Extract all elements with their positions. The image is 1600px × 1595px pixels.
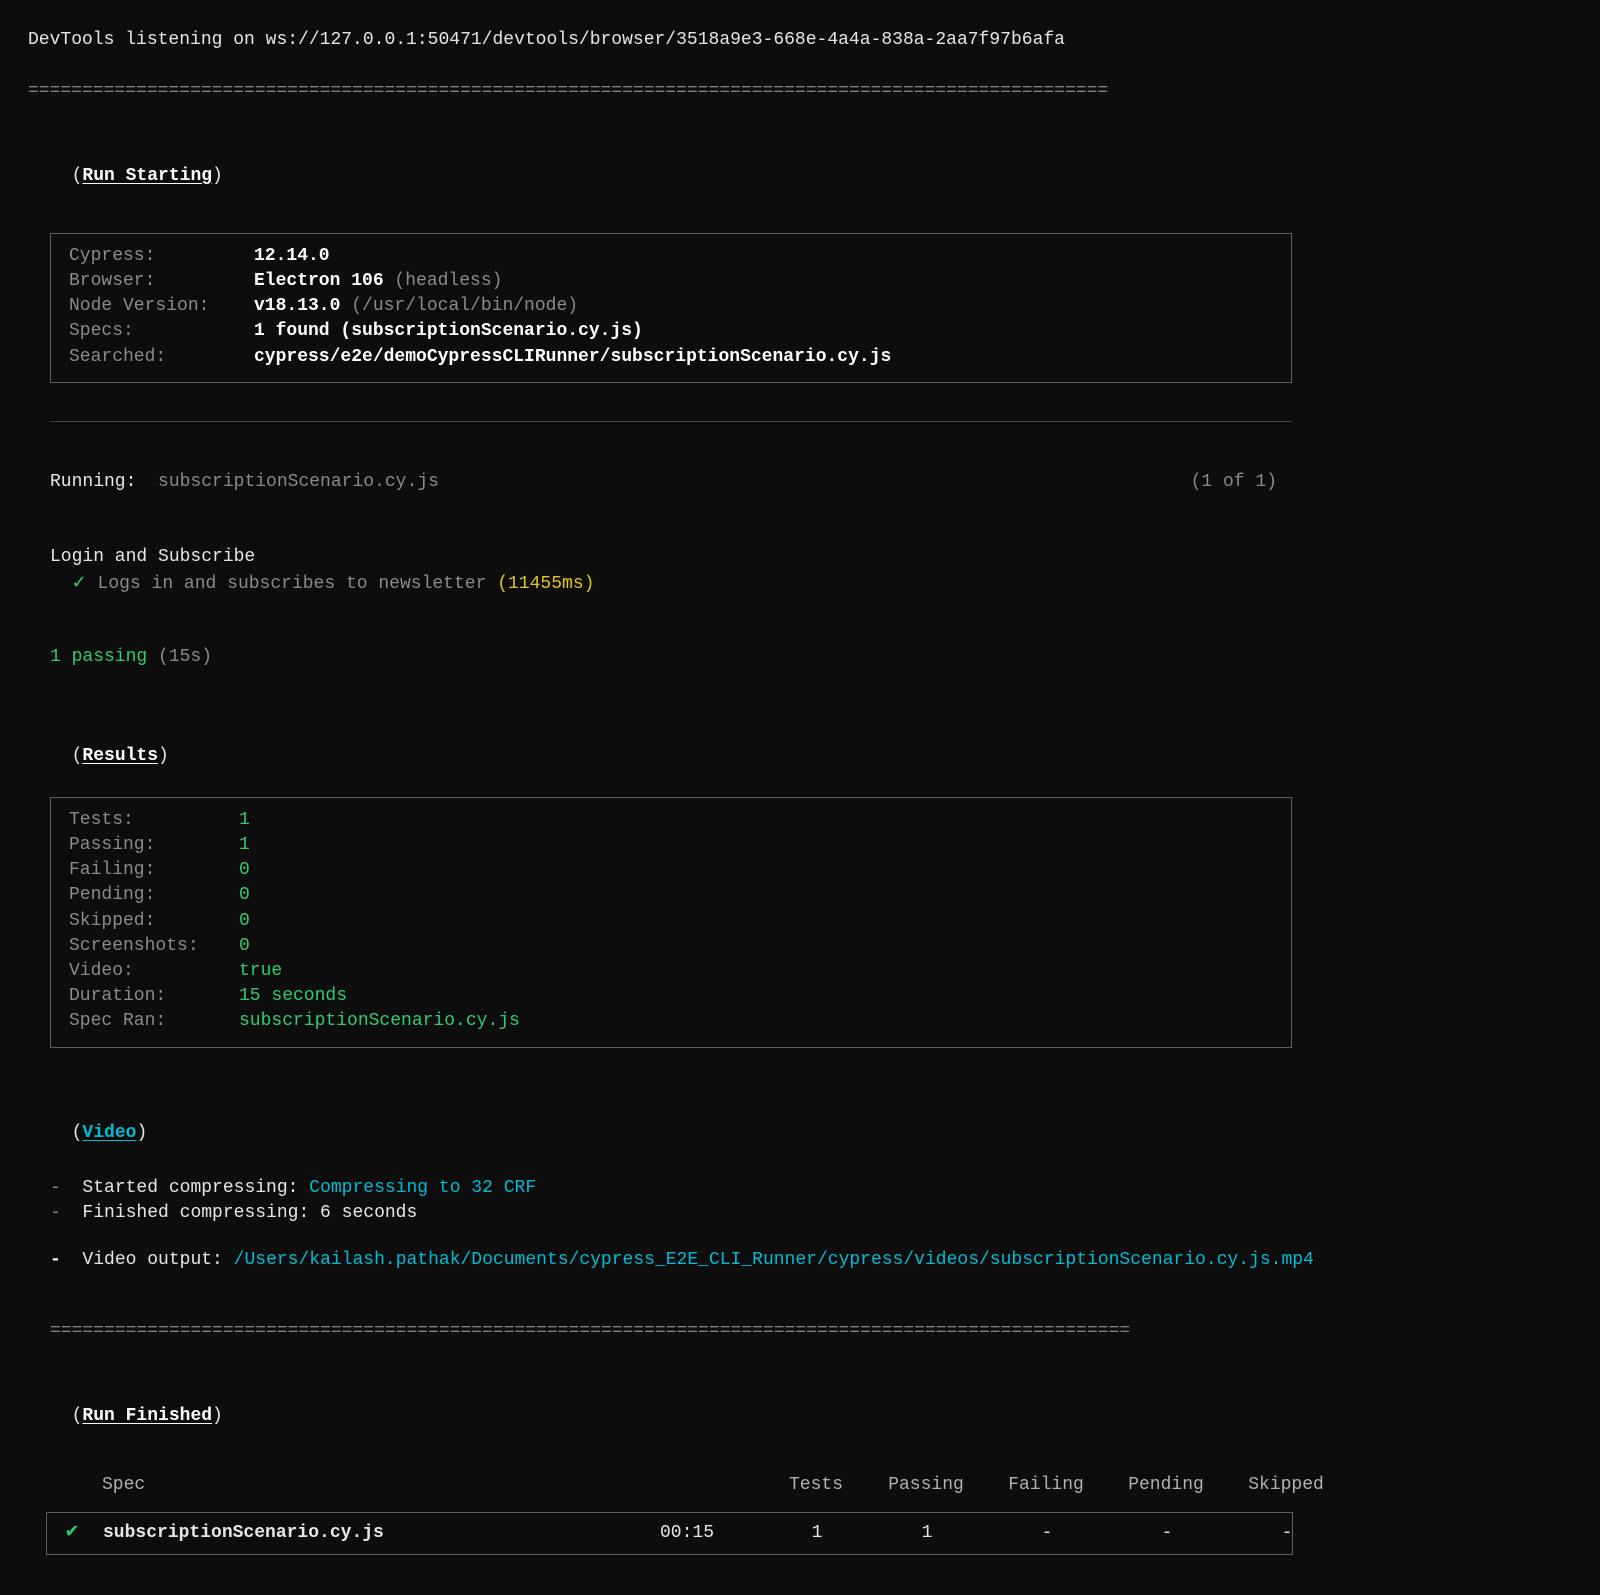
res-key: Passing: xyxy=(69,833,239,858)
run-starting-text: Run Starting xyxy=(82,166,212,186)
running-row: Running: subscriptionScenario.cy.js (1 o… xyxy=(28,470,1313,495)
paren-close: ) xyxy=(212,1406,223,1426)
run-finished-label: (Run Finished) xyxy=(50,1379,1572,1429)
paren-open: ( xyxy=(72,1406,83,1426)
res-val: 15 seconds xyxy=(239,984,347,1009)
env-row-specs: Specs: 1 found (subscriptionScenario.cy.… xyxy=(69,319,1273,344)
check-icon: ✓ xyxy=(72,574,87,594)
results-box: Tests:1 Passing:1 Failing:0 Pending:0 Sk… xyxy=(50,797,1292,1048)
paren-open: ( xyxy=(72,166,83,186)
res-val: 0 xyxy=(239,934,250,959)
summary-table-row: ✔ subscriptionScenario.cy.js 00:15 1 1 -… xyxy=(46,1512,1293,1555)
row-tests: 1 xyxy=(767,1513,867,1554)
devtools-listening-line: DevTools listening on ws://127.0.0.1:504… xyxy=(28,28,1572,53)
res-val: 1 xyxy=(239,808,250,833)
res-key: Tests: xyxy=(69,808,239,833)
run-starting-label: (Run Starting) xyxy=(50,138,1572,188)
running-file: subscriptionScenario.cy.js xyxy=(158,472,439,492)
th-passing: Passing xyxy=(866,1465,986,1506)
row-failing: - xyxy=(987,1513,1107,1554)
env-key: Cypress: xyxy=(69,244,254,269)
env-note: (/usr/local/bin/node) xyxy=(340,296,578,316)
check-icon: ✔ xyxy=(64,1523,79,1543)
env-value: cypress/e2e/demoCypressCLIRunner/subscri… xyxy=(254,347,891,367)
th-tests: Tests xyxy=(766,1465,866,1506)
test-name: Logs in and subscribes to newsletter xyxy=(98,574,487,594)
row-skipped: - xyxy=(1227,1513,1347,1554)
total-time: (15s) xyxy=(158,647,212,667)
env-row-browser: Browser: Electron 106 (headless) xyxy=(69,269,1273,294)
res-key: Skipped: xyxy=(69,909,239,934)
paren-open: ( xyxy=(72,746,83,766)
video-compress-end: - Finished compressing: 6 seconds xyxy=(50,1201,1572,1226)
th-failing: Failing xyxy=(986,1465,1106,1506)
video-label: (Video) xyxy=(50,1096,1572,1146)
paren-close: ) xyxy=(158,746,169,766)
res-val: 0 xyxy=(239,858,250,883)
paren-open: ( xyxy=(72,1123,83,1143)
test-line: ✓ Logs in and subscribes to newsletter (… xyxy=(50,572,1572,597)
res-key: Duration: xyxy=(69,984,239,1009)
res-val: subscriptionScenario.cy.js xyxy=(239,1009,520,1034)
compress-value: Compressing to 32 CRF xyxy=(309,1178,536,1198)
env-row-node: Node Version: v18.13.0 (/usr/local/bin/n… xyxy=(69,294,1273,319)
running-progress: (1 of 1) xyxy=(1191,470,1277,495)
row-passing: 1 xyxy=(867,1513,987,1554)
env-key: Node Version: xyxy=(69,294,254,319)
env-info-box: Cypress: 12.14.0 Browser: Electron 106 (… xyxy=(50,233,1292,383)
th-spec: Spec xyxy=(96,1465,606,1506)
dash-icon: - xyxy=(50,1203,61,1223)
env-key: Browser: xyxy=(69,269,254,294)
results-text: Results xyxy=(82,746,158,766)
compress-label: Started compressing: xyxy=(82,1178,298,1198)
video-output-path: /Users/kailash.pathak/Documents/cypress_… xyxy=(234,1250,1314,1270)
th-pending: Pending xyxy=(1106,1465,1226,1506)
res-key: Spec Ran: xyxy=(69,1009,239,1034)
th-skipped: Skipped xyxy=(1226,1465,1346,1506)
env-value: Electron 106 xyxy=(254,271,384,291)
res-key: Pending: xyxy=(69,883,239,908)
dash-icon: - xyxy=(50,1250,61,1270)
res-val: 1 xyxy=(239,833,250,858)
paren-close: ) xyxy=(212,166,223,186)
env-value: v18.13.0 xyxy=(254,296,340,316)
passing-count: 1 passing xyxy=(50,647,147,667)
env-key: Specs: xyxy=(69,319,254,344)
test-duration: (11455ms) xyxy=(497,574,594,594)
env-value: 12.14.0 xyxy=(254,246,330,266)
row-pending: - xyxy=(1107,1513,1227,1554)
row-spec: subscriptionScenario.cy.js xyxy=(97,1513,607,1554)
video-output-line: - Video output: /Users/kailash.pathak/Do… xyxy=(50,1248,1572,1273)
summary-line: 1 passing (15s) xyxy=(50,645,1572,670)
env-row-cypress: Cypress: 12.14.0 xyxy=(69,244,1273,269)
suite-block: Login and Subscribe ✓ Logs in and subscr… xyxy=(50,545,1572,597)
env-row-searched: Searched: cypress/e2e/demoCypressCLIRunn… xyxy=(69,345,1273,370)
row-time: 00:15 xyxy=(607,1513,767,1554)
res-key: Screenshots: xyxy=(69,934,239,959)
res-key: Failing: xyxy=(69,858,239,883)
video-compress-start: - Started compressing: Compressing to 32… xyxy=(50,1176,1572,1201)
separator-bottom: ========================================… xyxy=(50,1319,1572,1344)
dash-icon: - xyxy=(50,1178,61,1198)
summary-table-header: Spec Tests Passing Failing Pending Skipp… xyxy=(46,1465,1293,1506)
paren-close: ) xyxy=(136,1123,147,1143)
res-val: 0 xyxy=(239,883,250,908)
video-lines: - Started compressing: Compressing to 32… xyxy=(50,1176,1572,1274)
res-val: 0 xyxy=(239,909,250,934)
divider-line xyxy=(50,421,1292,422)
env-key: Searched: xyxy=(69,345,254,370)
env-note: (headless) xyxy=(384,271,503,291)
suite-title: Login and Subscribe xyxy=(50,545,1572,570)
run-finished-text: Run Finished xyxy=(82,1406,212,1426)
results-label: (Results) xyxy=(50,718,1572,768)
separator-top: ========================================… xyxy=(28,79,1572,104)
env-value: 1 found (subscriptionScenario.cy.js) xyxy=(254,321,643,341)
video-output-label: Video output: xyxy=(82,1250,222,1270)
compress-finished: Finished compressing: 6 seconds xyxy=(82,1203,417,1223)
running-label: Running: xyxy=(50,472,136,492)
video-text: Video xyxy=(82,1123,136,1143)
res-val: true xyxy=(239,959,282,984)
res-key: Video: xyxy=(69,959,239,984)
